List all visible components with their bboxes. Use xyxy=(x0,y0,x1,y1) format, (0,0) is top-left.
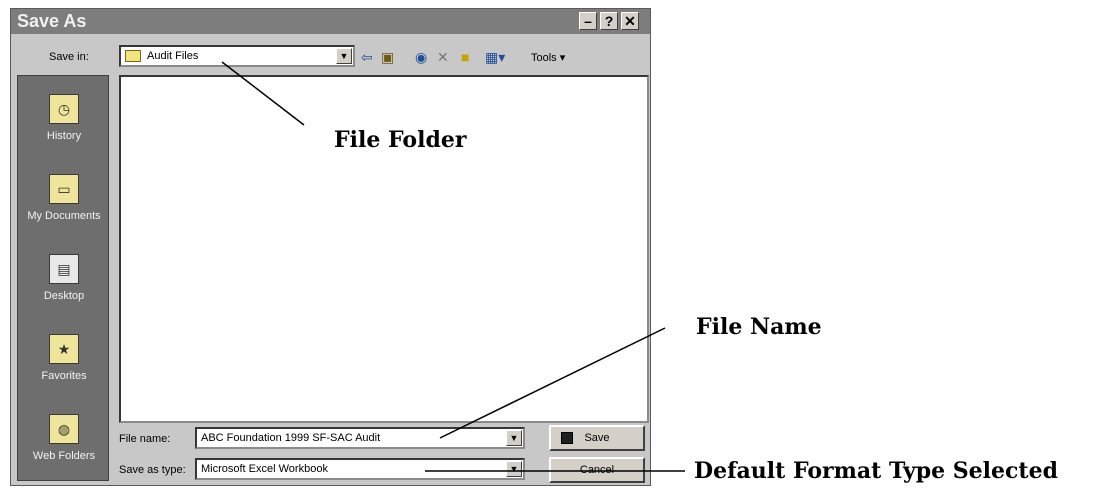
place-web-folders[interactable]: ◍ Web Folders xyxy=(18,410,110,480)
place-favorites[interactable]: ★ Favorites xyxy=(18,330,110,400)
chevron-down-icon[interactable]: ▼ xyxy=(336,48,352,64)
tools-menu[interactable]: Tools ▾ xyxy=(531,51,565,64)
help-button[interactable]: ? xyxy=(600,12,618,30)
default-format-annotation: Default Format Type Selected xyxy=(694,458,1058,484)
save-in-label: Save in: xyxy=(49,51,89,63)
place-label: Desktop xyxy=(43,290,85,302)
minimize-button[interactable]: – xyxy=(579,12,597,30)
history-icon: ◷ xyxy=(49,94,79,124)
place-label: My Documents xyxy=(27,210,101,222)
title-bar: Save As – ? ✕ xyxy=(11,9,650,34)
place-history[interactable]: ◷ History xyxy=(18,90,110,160)
save-in-dropdown[interactable]: Audit Files ▼ xyxy=(119,45,355,67)
file-name-value: ABC Foundation 1999 SF-SAC Audit xyxy=(201,432,381,444)
save-as-type-dropdown[interactable]: Microsoft Excel Workbook ▼ xyxy=(195,458,525,480)
views-icon[interactable]: ▦▾ xyxy=(485,49,505,65)
place-my-documents[interactable]: ▭ My Documents xyxy=(18,170,110,240)
file-name-annotation: File Name xyxy=(696,314,822,340)
back-icon[interactable]: ⇦ xyxy=(361,49,373,65)
web-folders-icon: ◍ xyxy=(49,414,79,444)
file-name-label: File name: xyxy=(119,433,171,445)
cancel-button-label: Cancel xyxy=(579,464,615,476)
save-in-value: Audit Files xyxy=(147,50,199,62)
place-label: History xyxy=(46,130,82,142)
file-folder-annotation: File Folder xyxy=(334,127,467,153)
save-as-type-value: Microsoft Excel Workbook xyxy=(201,463,328,475)
chevron-down-icon[interactable]: ▼ xyxy=(506,461,522,477)
chevron-down-icon[interactable]: ▼ xyxy=(506,430,522,446)
save-button-label: Save xyxy=(584,432,610,444)
up-folder-icon[interactable]: ▣ xyxy=(381,49,394,65)
close-button[interactable]: ✕ xyxy=(621,12,639,30)
place-desktop[interactable]: ▤ Desktop xyxy=(18,250,110,320)
save-as-dialog: Save As – ? ✕ Save in: Audit Files ▼ ⇦ ▣… xyxy=(10,8,651,486)
delete-icon[interactable]: ✕ xyxy=(437,49,449,65)
places-bar: ◷ History ▭ My Documents ▤ Desktop ★ Fav… xyxy=(17,75,109,481)
new-folder-icon[interactable]: ■ xyxy=(461,49,469,65)
file-name-input[interactable]: ABC Foundation 1999 SF-SAC Audit ▼ xyxy=(195,427,525,449)
cancel-button[interactable]: Cancel xyxy=(549,457,645,483)
save-button[interactable]: Save xyxy=(549,425,645,451)
my-documents-icon: ▭ xyxy=(49,174,79,204)
save-as-type-label: Save as type: xyxy=(119,464,186,476)
favorites-icon: ★ xyxy=(49,334,79,364)
place-label: Web Folders xyxy=(32,450,96,462)
dialog-title: Save As xyxy=(17,11,87,31)
place-label: Favorites xyxy=(41,370,87,382)
desktop-icon: ▤ xyxy=(49,254,79,284)
folder-icon xyxy=(125,50,141,62)
search-web-icon[interactable]: ◉ xyxy=(415,49,427,65)
